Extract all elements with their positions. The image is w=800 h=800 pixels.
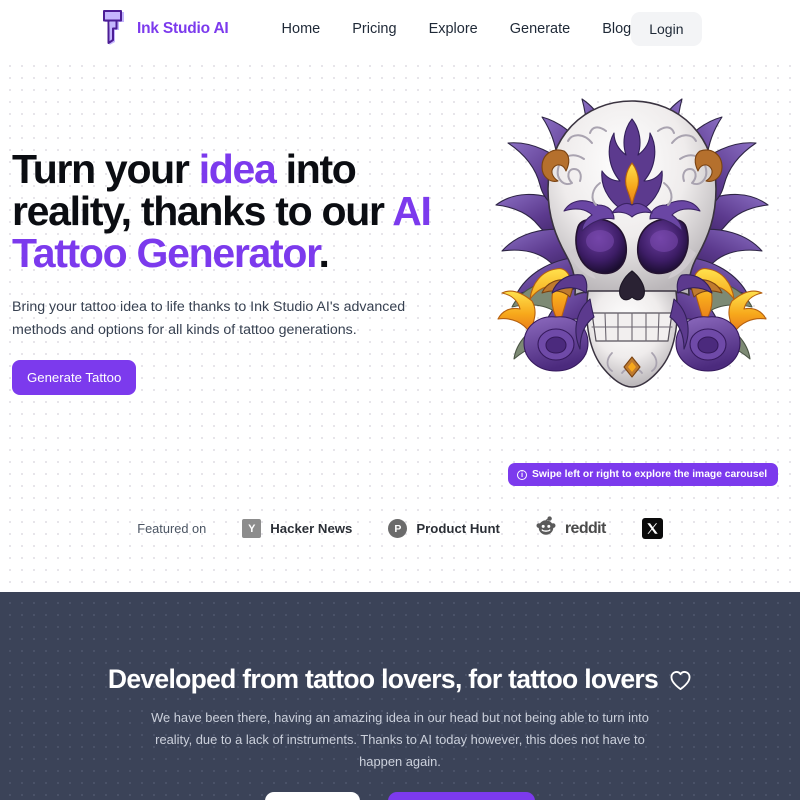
featured-item-x[interactable] — [641, 518, 663, 539]
info-circle-icon: i — [517, 469, 527, 480]
mission-title-text: Developed from tattoo lovers, for tattoo… — [107, 664, 659, 694]
sugar-skull-icon — [495, 98, 769, 388]
nav-item-explore[interactable]: Explore — [429, 21, 478, 37]
mission-title: Developed from tattoo lovers, for tattoo… — [0, 664, 800, 695]
mission-section: Developed from tattoo lovers, for tattoo… — [0, 592, 800, 800]
featured-on-bar: Featured on Y Hacker News P Product Hunt — [0, 516, 800, 541]
hero-subtitle: Bring your tattoo idea to life thanks to… — [12, 299, 406, 338]
featured-item-reddit[interactable]: reddit — [536, 516, 606, 541]
mission-secondary-button[interactable]: Explore — [264, 791, 361, 800]
site-header: Ink Studio AI Home Pricing Explore Gener… — [0, 0, 800, 57]
featured-item-label: reddit — [564, 519, 606, 537]
headline-part-3: . — [318, 229, 329, 276]
carousel-hint-label: Swipe left or right to explore the image… — [532, 469, 768, 480]
hero-copy: Turn your idea into reality, thanks to o… — [12, 146, 462, 396]
featured-item-hacker-news[interactable]: Y Hacker News — [242, 519, 352, 538]
featured-item-product-hunt[interactable]: P Product Hunt — [388, 519, 500, 538]
product-hunt-icon: P — [388, 519, 408, 538]
mission-actions: Explore Generate Tattoo — [0, 791, 800, 800]
brand-logo-link[interactable]: Ink Studio AI — [100, 9, 229, 47]
hero-tattoo-artwork[interactable] — [472, 85, 792, 415]
heart-outline-icon — [669, 668, 692, 691]
nav-item-home[interactable]: Home — [282, 21, 321, 37]
page-title: Turn your idea into reality, thanks to o… — [12, 146, 462, 276]
landing-page: Ink Studio AI Home Pricing Explore Gener… — [0, 0, 800, 800]
reddit-icon — [536, 516, 556, 541]
featured-item-label: Hacker News — [270, 521, 353, 536]
nav-item-blog[interactable]: Blog — [602, 21, 631, 37]
nav-item-generate[interactable]: Generate — [510, 21, 570, 37]
x-twitter-icon — [641, 518, 663, 539]
headline-accent-idea: idea — [198, 146, 277, 192]
featured-item-label: Product Hunt — [416, 521, 500, 536]
brand-name: Ink Studio AI — [137, 19, 229, 37]
headline-part-1: Turn your — [12, 146, 199, 192]
login-button[interactable]: Login — [631, 11, 702, 46]
carousel-hint-badge[interactable]: i Swipe left or right to explore the ima… — [508, 463, 779, 486]
hero-section: Turn your idea into reality, thanks to o… — [0, 57, 800, 592]
mission-body: We have been there, having an amazing id… — [151, 710, 649, 770]
featured-on-label: Featured on — [137, 521, 207, 536]
tattoo-machine-icon — [100, 9, 130, 47]
nav-item-pricing[interactable]: Pricing — [352, 21, 396, 37]
main-nav: Home Pricing Explore Generate Blog — [282, 21, 632, 37]
mission-primary-button[interactable]: Generate Tattoo — [388, 791, 536, 800]
generate-tattoo-button[interactable]: Generate Tattoo — [12, 360, 137, 396]
hacker-news-icon: Y — [242, 519, 262, 538]
